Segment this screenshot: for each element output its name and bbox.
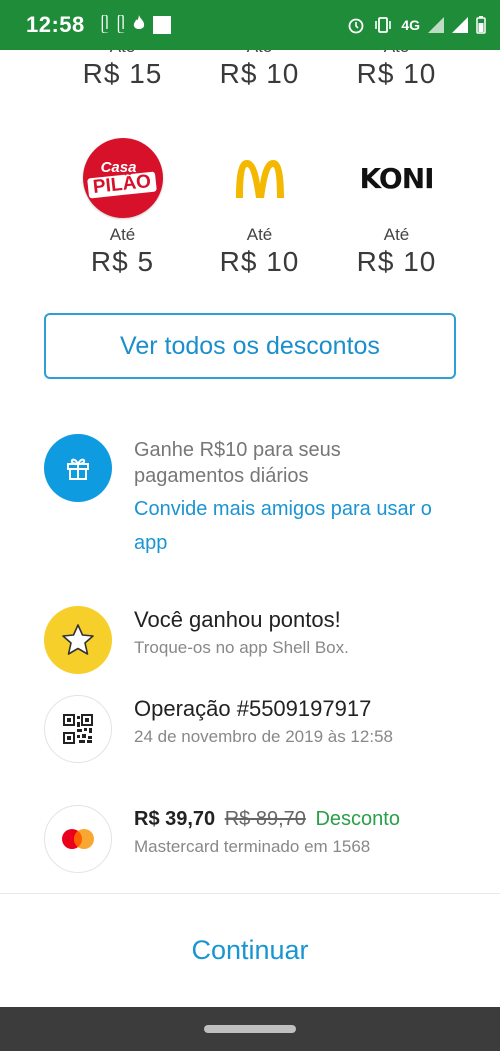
- brand-card-casa-pilao[interactable]: Casa PILÃO Até R$ 5: [54, 132, 191, 278]
- signal-icon: [452, 17, 468, 33]
- fire-icon: [133, 14, 145, 36]
- brand-row: Casa PILÃO Até R$ 5 Até R$ 10 KONI Até R…: [0, 132, 500, 278]
- vibrate-icon: [373, 16, 393, 34]
- brand-amount: R$ 10: [219, 246, 300, 277]
- brand-ate-label: Até: [191, 50, 328, 58]
- divider: [0, 893, 500, 894]
- battery-icon: [476, 16, 486, 34]
- system-icons: 4G: [347, 16, 486, 34]
- home-gesture-pill[interactable]: [204, 1025, 296, 1033]
- qr-code-icon: [44, 695, 112, 763]
- status-bar: 12:58 ᥫ ᥫ 4G: [0, 0, 500, 50]
- signal-icon: [428, 17, 444, 33]
- invite-friends-link[interactable]: Convide mais amigos para usar o app: [134, 492, 454, 560]
- brand-card[interactable]: Até R$ 10: [328, 50, 465, 90]
- brand-row: Até R$ 15 Até R$ 10 Até R$ 10: [0, 50, 500, 90]
- notification-icon: ᥫ: [116, 16, 125, 33]
- price-paid: R$ 39,70: [134, 808, 216, 830]
- discount-label: Desconto: [315, 808, 400, 830]
- network-label: 4G: [401, 17, 420, 33]
- operation-item: Operação #5509197917 24 de novembro de 2…: [44, 695, 474, 763]
- invite-reward-text: Ganhe R$10 para seus pagamentos diários: [134, 439, 341, 487]
- status-time: 12:58: [26, 12, 85, 37]
- price-original: R$ 89,70: [224, 808, 306, 830]
- brand-amount: R$ 5: [90, 246, 155, 277]
- koni-logo: KONI: [359, 161, 434, 195]
- brand-card[interactable]: Até R$ 10: [191, 50, 328, 90]
- payment-item: R$ 39,70 R$ 89,70 Desconto Mastercard te…: [44, 805, 474, 873]
- operation-date: 24 de novembro de 2019 às 12:58: [134, 727, 393, 746]
- notification-icons: ᥫ ᥫ: [100, 14, 171, 36]
- mastercard-icon: [44, 805, 112, 873]
- star-icon: [44, 606, 112, 674]
- continue-button[interactable]: Continuar: [0, 920, 500, 980]
- points-earned-item: Você ganhou pontos! Troque-os no app She…: [44, 606, 474, 674]
- brand-ate-label: Até: [109, 225, 136, 244]
- brand-ate-label: Até: [328, 50, 465, 58]
- card-info: Mastercard terminado em 1568: [134, 837, 371, 856]
- payment-prices: R$ 39,70 R$ 89,70 Desconto: [134, 805, 400, 833]
- square-icon: [152, 16, 171, 34]
- notification-icon: ᥫ: [100, 16, 109, 33]
- brand-card-mcdonalds[interactable]: Até R$ 10: [191, 132, 328, 278]
- brand-ate-label: Até: [383, 225, 410, 244]
- points-subtitle: Troque-os no app Shell Box.: [134, 638, 349, 657]
- brand-ate-label: Até: [54, 50, 191, 58]
- casa-pilao-logo: Casa PILÃO: [54, 132, 191, 224]
- brand-card[interactable]: Até R$ 15: [54, 50, 191, 90]
- operation-title: Operação #5509197917: [134, 696, 372, 721]
- points-title: Você ganhou pontos!: [134, 607, 341, 632]
- brand-card-koni[interactable]: KONI Até R$ 10: [328, 132, 465, 278]
- brand-amount: R$ 15: [82, 58, 163, 89]
- gift-icon: [44, 434, 112, 502]
- invite-friends-item: Ganhe R$10 para seus pagamentos diários …: [44, 434, 474, 560]
- navigation-bar: [0, 1007, 500, 1051]
- brand-amount: R$ 10: [356, 58, 437, 89]
- mcdonalds-logo: [191, 132, 328, 224]
- scroll-content[interactable]: Até R$ 15 Até R$ 10 Até R$ 10 Casa PILÃO…: [0, 50, 500, 1007]
- brand-amount: R$ 10: [356, 246, 437, 277]
- brand-ate-label: Até: [246, 225, 273, 244]
- alarm-icon: [347, 16, 365, 34]
- see-all-discounts-button[interactable]: Ver todos os descontos: [44, 313, 456, 379]
- brand-amount: R$ 10: [219, 58, 300, 89]
